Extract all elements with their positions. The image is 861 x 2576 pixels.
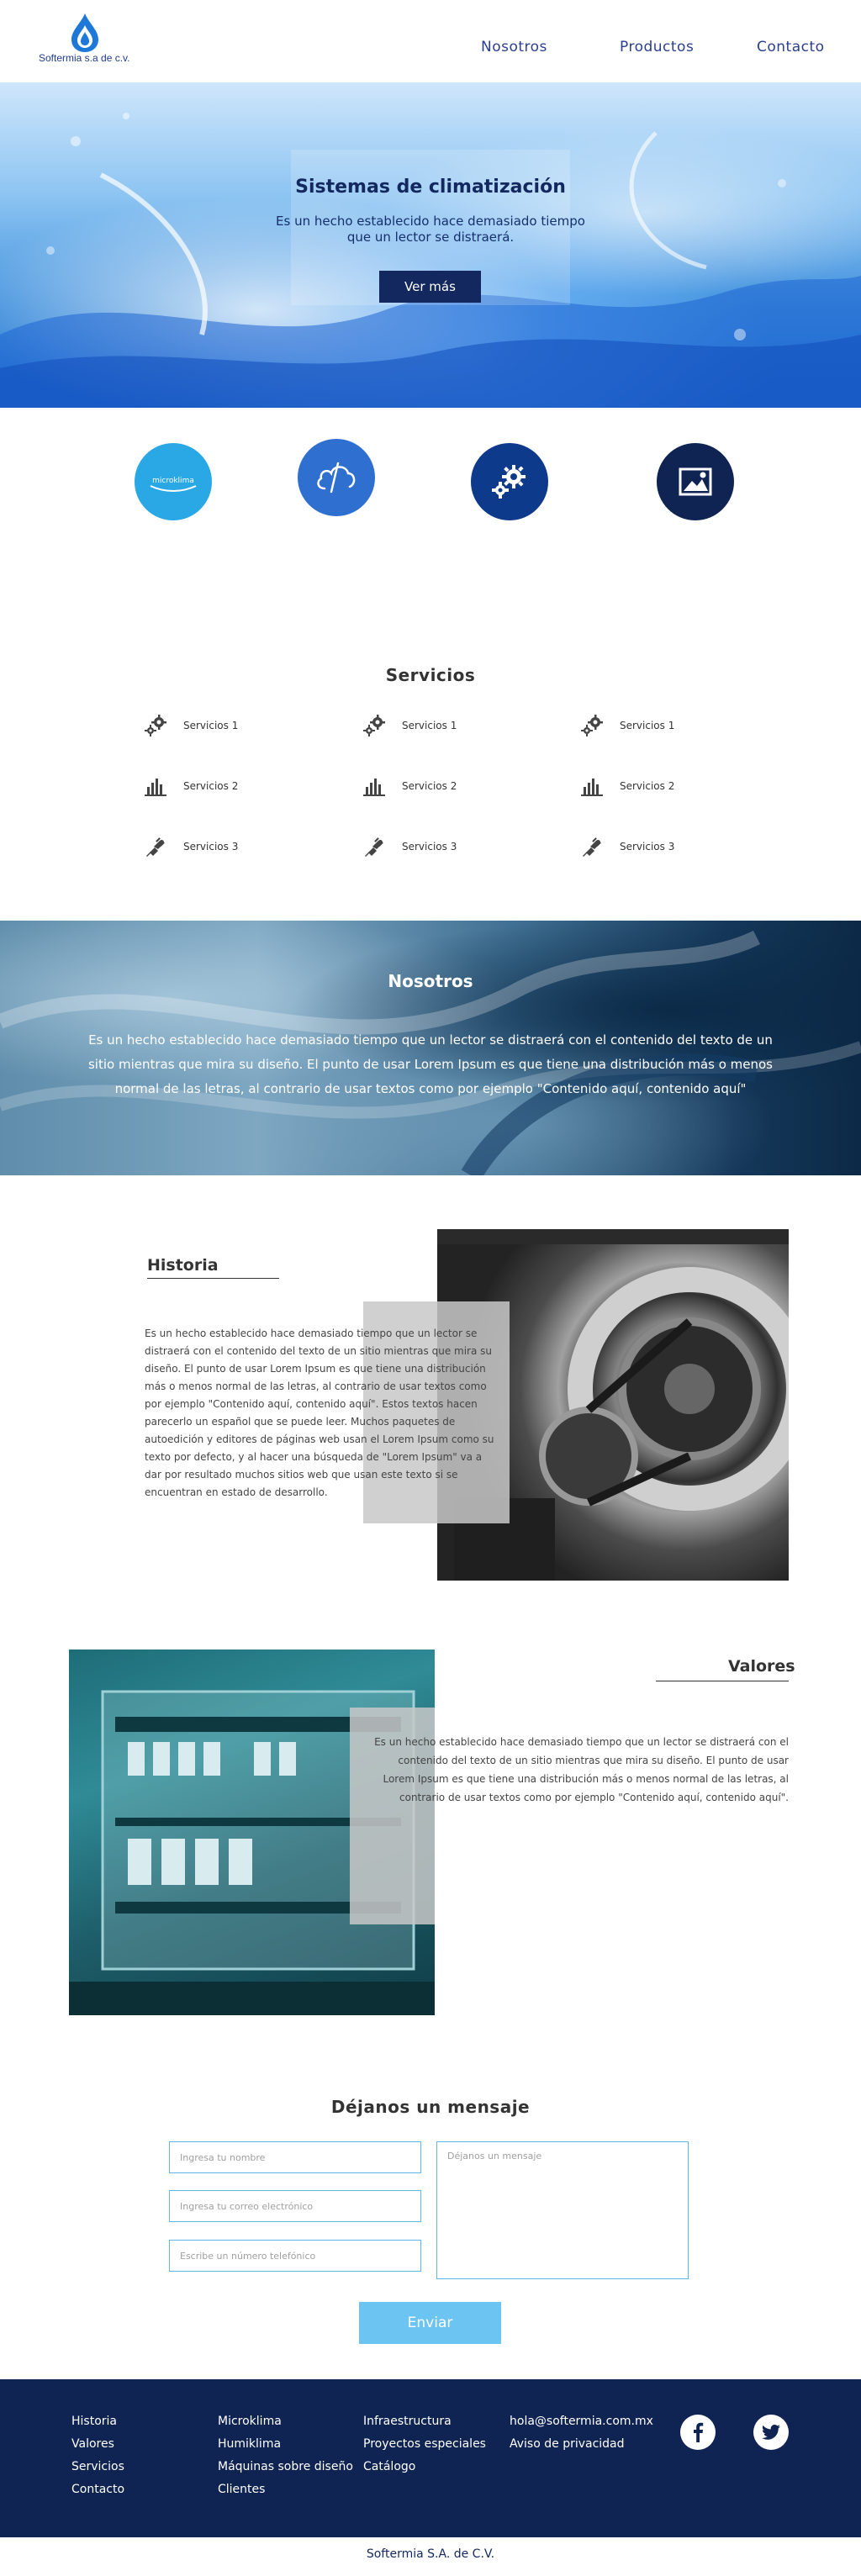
hero-title: Sistemas de climatización — [295, 177, 566, 198]
service-label: Servicios 3 — [402, 841, 457, 853]
nosotros-title: Nosotros — [388, 971, 473, 991]
service-label: Servicios 3 — [620, 841, 675, 853]
bar-chart-icon — [579, 775, 605, 797]
phone-input[interactable] — [169, 2240, 421, 2272]
historia-underline — [147, 1278, 279, 1279]
microklima-logo-icon: microklima — [150, 477, 197, 492]
svg-text:microklima: microklima — [152, 477, 194, 485]
service-item[interactable]: Servicios 3 — [143, 836, 238, 858]
historia-title: Historia — [147, 1256, 219, 1275]
footer-link[interactable]: Servicios — [71, 2460, 124, 2474]
service-item[interactable]: Servicios 3 — [579, 836, 674, 858]
plug-icon — [143, 836, 168, 858]
service-item[interactable]: Servicios 1 — [579, 715, 674, 736]
service-item[interactable]: Servicios 2 — [579, 775, 674, 797]
nav-productos[interactable]: Productos — [620, 39, 694, 55]
service-label: Servicios 1 — [183, 720, 239, 731]
footer-column-1: Historia Valores Servicios Contacto — [71, 2415, 124, 2497]
name-input[interactable] — [169, 2141, 421, 2173]
facebook-icon[interactable] — [680, 2415, 716, 2450]
plug-icon — [362, 836, 387, 858]
hero-banner: Sistemas de climatización Es un hecho es… — [0, 82, 861, 408]
hero-subtitle: Es un hecho establecido hace demasiado t… — [276, 214, 585, 245]
service-label: Servicios 1 — [402, 720, 457, 731]
footer-link[interactable]: Clientes — [218, 2483, 353, 2497]
gears-icon — [143, 715, 168, 736]
site-header: Softermia s.a de c.v. Nosotros Productos… — [0, 0, 861, 82]
footer-link[interactable]: Contacto — [71, 2483, 124, 2497]
logo-text: Softermia s.a de c.v. — [39, 52, 130, 64]
nosotros-banner: Nosotros Es un hecho establecido hace de… — [0, 921, 861, 1175]
cloud-logo-icon — [317, 462, 356, 494]
message-textarea[interactable] — [436, 2141, 689, 2279]
enviar-button[interactable]: Enviar — [359, 2302, 501, 2344]
plug-icon — [579, 836, 605, 858]
valores-title: Valores — [728, 1657, 795, 1676]
services-grid: Servicios 1 Servicios 2 Servicios 3 Servic… — [0, 715, 861, 866]
service-item[interactable]: Servicios 2 — [362, 775, 457, 797]
service-label: Servicios 1 — [620, 720, 675, 731]
water-drop-logo-icon[interactable] — [67, 12, 103, 54]
valores-text: Es un hecho establecido hace demasiado t… — [374, 1736, 789, 1803]
service-item[interactable]: Servicios 3 — [362, 836, 457, 858]
email-input[interactable] — [169, 2190, 421, 2222]
footer-link[interactable]: Proyectos especiales — [363, 2437, 486, 2452]
historia-text: Es un hecho establecido hace demasiado t… — [145, 1328, 494, 1498]
footer-column-4: hola@softermia.com.mx Aviso de privacidad — [510, 2415, 653, 2452]
servicios-title: Servicios — [385, 665, 476, 685]
service-item[interactable]: Servicios 2 — [143, 775, 238, 797]
bar-chart-icon — [143, 775, 168, 797]
footer-link[interactable]: Máquinas sobre diseño — [218, 2460, 353, 2474]
gears-icon — [579, 715, 605, 736]
footer-link[interactable]: hola@softermia.com.mx — [510, 2415, 653, 2429]
contact-form-title: Déjanos un mensaje — [330, 2097, 531, 2117]
footer-link[interactable]: Aviso de privacidad — [510, 2437, 653, 2452]
ver-mas-button[interactable]: Ver más — [379, 271, 481, 303]
footer-link[interactable]: Humiklima — [218, 2437, 353, 2452]
cloud-logo-circle[interactable] — [298, 439, 375, 516]
image-circle[interactable] — [657, 443, 734, 520]
nosotros-text: Es un hecho establecido hace demasiado t… — [87, 1032, 773, 1096]
footer-link[interactable]: Historia — [71, 2415, 124, 2429]
gears-icon — [492, 465, 526, 499]
service-label: Servicios 2 — [402, 780, 457, 792]
service-item[interactable]: Servicios 1 — [362, 715, 457, 736]
footer-link[interactable]: Microklima — [218, 2415, 353, 2429]
service-label: Servicios 2 — [183, 780, 239, 792]
service-item[interactable]: Servicios 1 — [143, 715, 238, 736]
twitter-icon[interactable] — [753, 2415, 789, 2450]
image-icon — [679, 467, 712, 496]
site-footer: Historia Valores Servicios Contacto Microkl… — [0, 2379, 861, 2537]
service-label: Servicios 3 — [183, 841, 239, 853]
copyright-text: Softermia S.A. de C.V. — [366, 2547, 495, 2561]
footer-link[interactable]: Infraestructura — [363, 2415, 486, 2429]
gears-icon — [362, 715, 387, 736]
footer-column-3: Infraestructura Proyectos especiales Catál… — [363, 2415, 486, 2474]
gears-circle[interactable] — [471, 443, 548, 520]
footer-link[interactable]: Valores — [71, 2437, 124, 2452]
nav-nosotros[interactable]: Nosotros — [481, 39, 547, 55]
footer-column-2: Microklima Humiklima Máquinas sobre diseño… — [218, 2415, 353, 2497]
nav-contacto[interactable]: Contacto — [757, 39, 825, 55]
footer-link[interactable]: Catálogo — [363, 2460, 486, 2474]
service-label: Servicios 2 — [620, 780, 675, 792]
bar-chart-icon — [362, 775, 387, 797]
microklima-circle[interactable]: microklima — [135, 443, 212, 520]
feature-icons-row: microklima — [0, 408, 861, 542]
